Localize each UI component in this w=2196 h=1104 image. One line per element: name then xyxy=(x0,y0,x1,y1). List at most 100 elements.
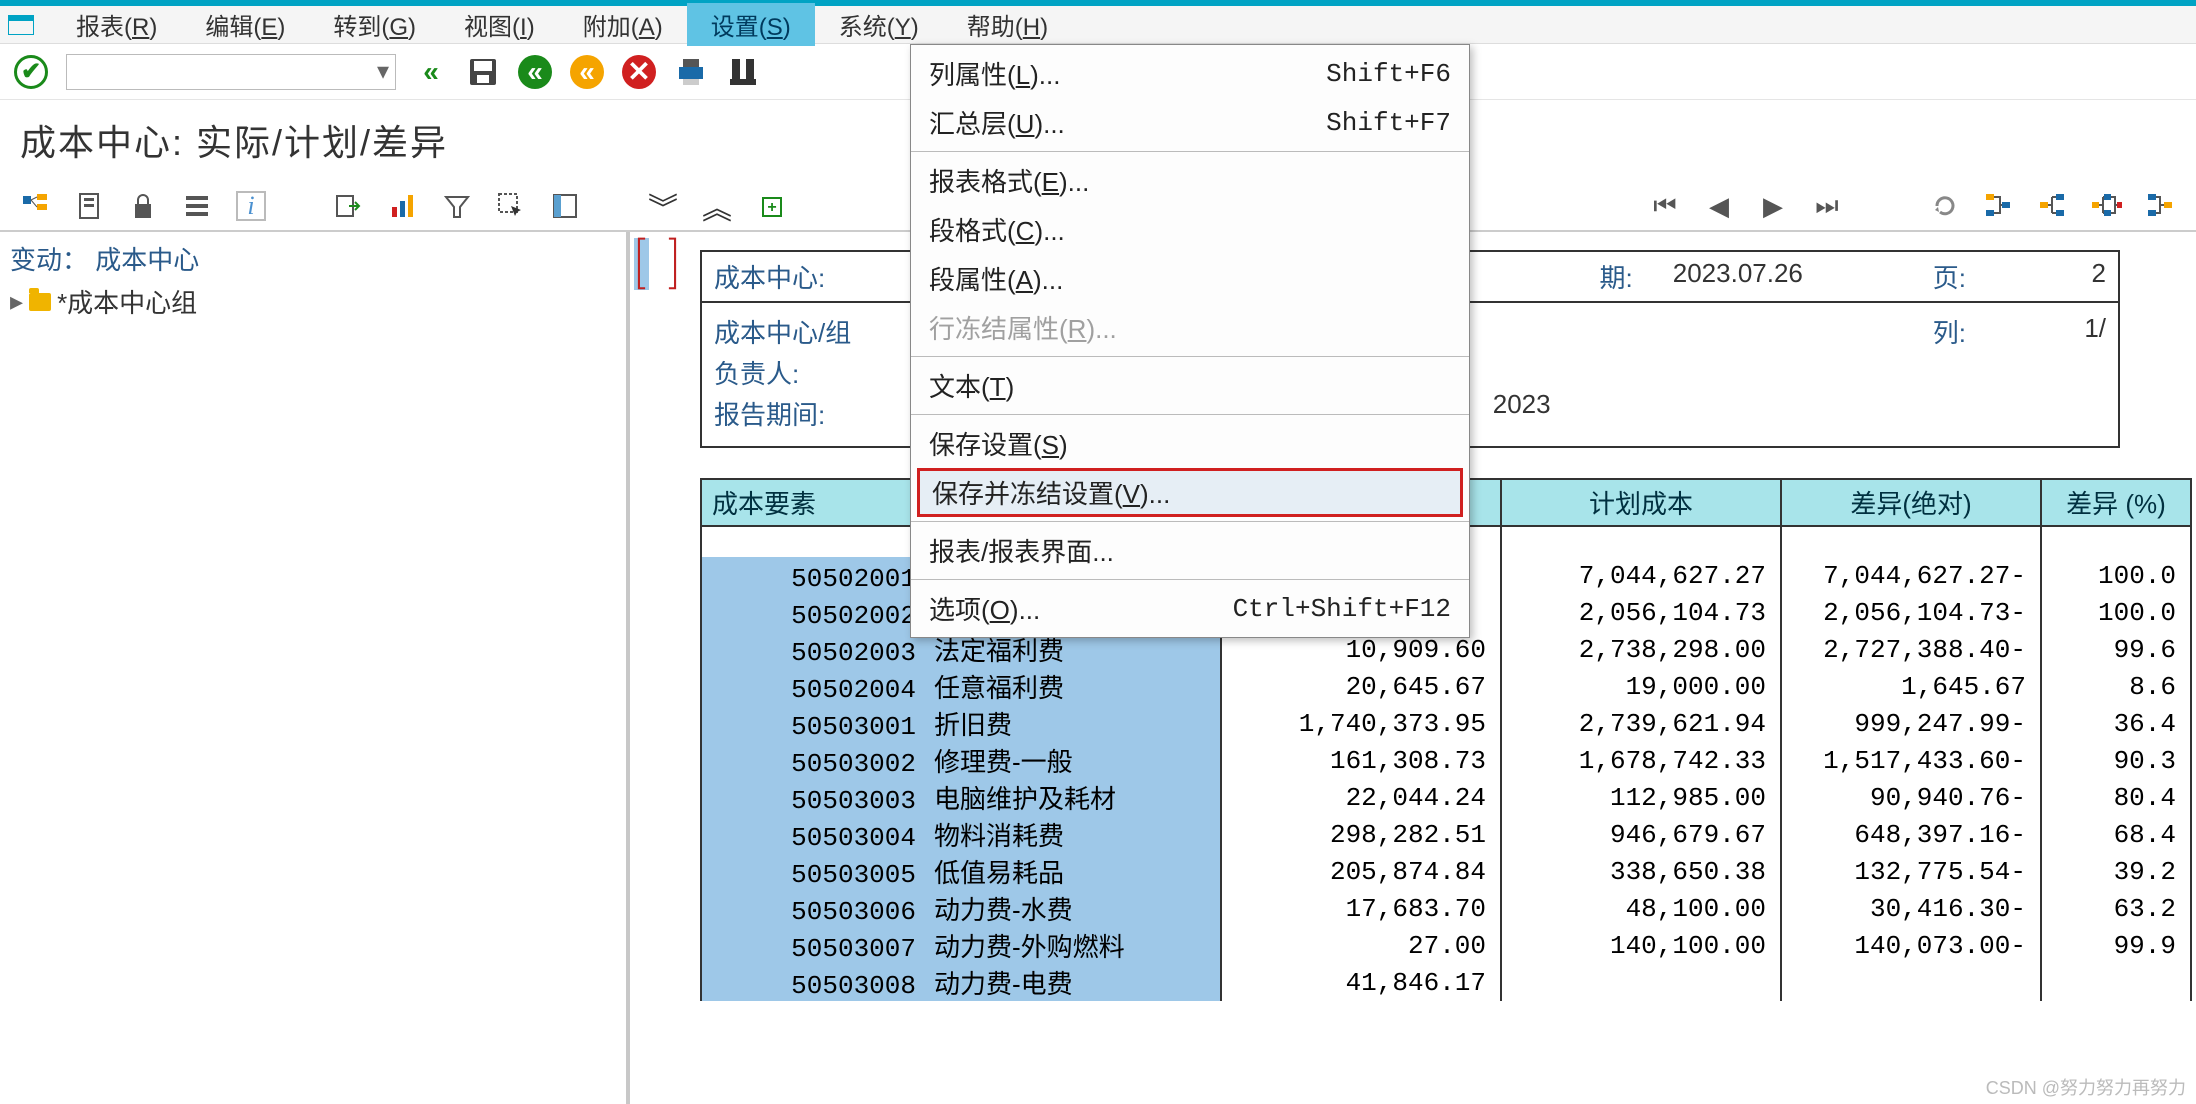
value-cell: 1,517,433.60- xyxy=(1781,742,2041,779)
value-cell: 27.00 xyxy=(1221,927,1501,964)
menu-item[interactable]: 报表/报表界面... xyxy=(911,526,1469,575)
table-row[interactable]: 50503007动力费-外购燃料27.00140,100.00140,073.0… xyxy=(701,927,2191,964)
collapse-all-icon[interactable]: ︾ xyxy=(648,191,678,221)
value-cell: 48,100.00 xyxy=(1501,890,1781,927)
value-cell: 30,416.30- xyxy=(1781,890,2041,927)
value-cell: 140,073.00- xyxy=(1781,927,2041,964)
ok-icon[interactable]: ✔ xyxy=(14,55,48,89)
tree-icon-4[interactable] xyxy=(2146,191,2176,221)
menu-s[interactable]: 设置(S) xyxy=(687,3,815,46)
dropdown-icon[interactable]: ▾ xyxy=(377,57,389,86)
owner-label: 负责人: xyxy=(714,354,851,391)
cost-element-cell: 50503008动力费-电费 xyxy=(701,964,1221,1001)
value-cell: 36.4 xyxy=(2041,705,2191,742)
value-cell: 22,044.24 xyxy=(1221,779,1501,816)
tree-item[interactable]: ▸ *成本中心组 xyxy=(10,283,616,320)
table-row[interactable]: 50503001折旧费1,740,373.952,739,621.94999,2… xyxy=(701,705,2191,742)
menu-g[interactable]: 转到(G) xyxy=(309,3,440,46)
lock-icon[interactable] xyxy=(128,191,158,221)
exit-icon[interactable]: « xyxy=(518,55,552,89)
menu-item[interactable]: 报表格式(E)... xyxy=(911,156,1469,205)
menu-item[interactable]: 汇总层(U)...Shift+F7 xyxy=(911,98,1469,147)
menu-a[interactable]: 附加(A) xyxy=(559,3,687,46)
value-cell: 2,727,388.40- xyxy=(1781,631,2041,668)
menu-item[interactable]: 段属性(A)... xyxy=(911,254,1469,303)
nav-header: 变动： 成本中心 xyxy=(10,240,616,277)
value-cell: 2,739,621.94 xyxy=(1501,705,1781,742)
bracket-left-icon[interactable]: ⎡⎣ xyxy=(634,238,649,290)
watermark: CSDN @努力努力再努力 xyxy=(1986,1074,2186,1100)
table-row[interactable]: 50503006动力费-水费17,683.7048,100.0030,416.3… xyxy=(701,890,2191,927)
value-cell: 999,247.99- xyxy=(1781,705,2041,742)
table-row[interactable]: 50503004物料消耗费298,282.51946,679.67648,397… xyxy=(701,816,2191,853)
date-value: 2023.07.26 xyxy=(1673,258,1893,295)
list-icon[interactable] xyxy=(182,191,212,221)
value-cell: 2,738,298.00 xyxy=(1501,631,1781,668)
table-row[interactable]: 50502004任意福利费20,645.6719,000.001,645.678… xyxy=(701,668,2191,705)
col-label: 列: xyxy=(1933,313,1966,350)
menu-item[interactable]: 保存并冻结设置(V)... xyxy=(917,468,1463,517)
cost-element-cell: 50503005低值易耗品 xyxy=(701,853,1221,890)
menu-item: 行冻结属性(R)... xyxy=(911,303,1469,352)
save-icon[interactable] xyxy=(466,55,500,89)
value-cell: 2,056,104.73- xyxy=(1781,594,2041,631)
cost-element-cell: 50503003电脑维护及耗材 xyxy=(701,779,1221,816)
menu-y[interactable]: 系统(Y) xyxy=(815,3,943,46)
tree-icon-3[interactable] xyxy=(2092,191,2122,221)
prev-icon[interactable]: ◀ xyxy=(1704,191,1734,221)
first-icon[interactable]: ⏮ xyxy=(1650,191,1680,221)
page-value: 2 xyxy=(2006,258,2106,295)
value-cell: 140,100.00 xyxy=(1501,927,1781,964)
tree-icon-1[interactable] xyxy=(1984,191,2014,221)
filter-icon[interactable] xyxy=(442,191,472,221)
find-icon[interactable] xyxy=(726,55,760,89)
last-icon[interactable]: ⏭ xyxy=(1812,191,1842,221)
cost-element-cell: 50503004物料消耗费 xyxy=(701,816,1221,853)
hierarchy-icon[interactable] xyxy=(20,191,50,221)
table-row[interactable]: 50503003电脑维护及耗材22,044.24112,985.0090,940… xyxy=(701,779,2191,816)
table-row[interactable]: 50503008动力费-电费41,846.17 xyxy=(701,964,2191,1001)
menu-e[interactable]: 编辑(E) xyxy=(181,3,309,46)
cancel-icon[interactable]: ✕ xyxy=(622,55,656,89)
tool-icon-2[interactable] xyxy=(74,191,104,221)
value-cell: 1,678,742.33 xyxy=(1501,742,1781,779)
menu-r[interactable]: 报表(R) xyxy=(52,3,181,46)
menu-item[interactable]: 选项(O)...Ctrl+Shift+F12 xyxy=(911,584,1469,633)
back-icon[interactable]: « xyxy=(414,55,448,89)
value-cell xyxy=(2041,964,2191,1001)
settings-menu: 列属性(L)...Shift+F6汇总层(U)...Shift+F7 报表格式(E… xyxy=(910,44,1470,638)
period-value: 2023 xyxy=(1493,389,1551,420)
menu-item[interactable]: 段格式(C)... xyxy=(911,205,1469,254)
menu-item[interactable]: 文本(T) xyxy=(911,361,1469,410)
col-header[interactable]: 差异(绝对) xyxy=(1781,479,2041,526)
insert-icon[interactable]: + xyxy=(756,191,786,221)
value-cell: 161,308.73 xyxy=(1221,742,1501,779)
tree-icon-2[interactable] xyxy=(2038,191,2068,221)
system-menu-icon[interactable] xyxy=(8,11,36,39)
chart-icon[interactable] xyxy=(388,191,418,221)
menu-item[interactable]: 列属性(L)...Shift+F6 xyxy=(911,49,1469,98)
table-row[interactable]: 50503005低值易耗品205,874.84338,650.38132,775… xyxy=(701,853,2191,890)
expand-icon[interactable]: ▸ xyxy=(10,286,23,317)
expand-all-icon[interactable]: ︽ xyxy=(702,191,732,221)
print-icon[interactable] xyxy=(674,55,708,89)
navigation-panel: 变动： 成本中心 ▸ *成本中心组 xyxy=(0,232,630,1104)
value-cell: 100.0 xyxy=(2041,557,2191,594)
refresh-icon[interactable] xyxy=(1930,191,1960,221)
menu-item[interactable]: 保存设置(S) xyxy=(911,419,1469,468)
value-cell xyxy=(1781,964,2041,1001)
next-icon[interactable]: ▶ xyxy=(1758,191,1788,221)
table-row[interactable]: 50503002修理费-一般161,308.731,678,742.331,51… xyxy=(701,742,2191,779)
export-icon[interactable] xyxy=(334,191,364,221)
up-icon[interactable]: « xyxy=(570,55,604,89)
col-header[interactable]: 差异 (%) xyxy=(2041,479,2191,526)
value-cell: 39.2 xyxy=(2041,853,2191,890)
bracket-right-icon[interactable]: ⎤⎦ xyxy=(667,238,678,290)
select-icon[interactable] xyxy=(496,191,526,221)
col-header[interactable]: 计划成本 xyxy=(1501,479,1781,526)
menu-i[interactable]: 视图(I) xyxy=(440,3,559,46)
info-icon[interactable]: i xyxy=(236,191,266,221)
command-field[interactable]: ▾ xyxy=(66,54,396,90)
column-icon[interactable] xyxy=(550,191,580,221)
menu-h[interactable]: 帮助(H) xyxy=(943,3,1072,46)
